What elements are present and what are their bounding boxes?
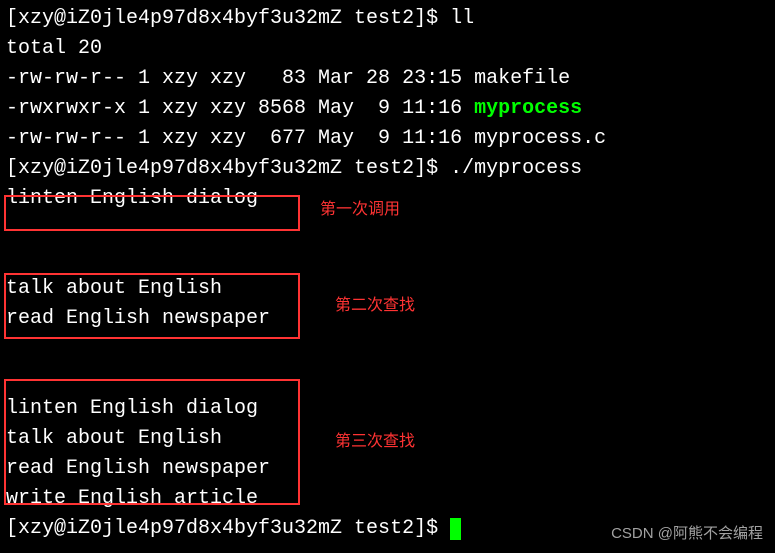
output-line: read English newspaper <box>6 454 769 484</box>
annotation-label-3: 第三次查找 <box>335 430 415 454</box>
prompt-line-2: [xzy@iZ0jle4p97d8x4byf3u32mZ test2]$ ./m… <box>6 154 769 184</box>
blank-line <box>6 364 769 394</box>
shell-prompt: [xzy@iZ0jle4p97d8x4byf3u32mZ test2]$ <box>6 157 450 180</box>
shell-prompt: [xzy@iZ0jle4p97d8x4byf3u32mZ test2]$ <box>6 7 450 30</box>
file-row-myprocess-c: -rw-rw-r-- 1 xzy xzy 677 May 9 11:16 myp… <box>6 124 769 154</box>
file-perms: -rwxrwxr-x 1 xzy xzy 8568 May 9 11:16 <box>6 97 474 120</box>
executable-name: myprocess <box>474 97 582 120</box>
blank-line <box>6 244 769 274</box>
annotation-label-1: 第一次调用 <box>320 198 400 222</box>
shell-prompt: [xzy@iZ0jle4p97d8x4byf3u32mZ test2]$ <box>6 517 450 540</box>
output-line: write English article <box>6 484 769 514</box>
watermark-text: CSDN @阿熊不会编程 <box>611 523 763 546</box>
prompt-line-1: [xzy@iZ0jle4p97d8x4byf3u32mZ test2]$ ll <box>6 4 769 34</box>
file-row-makefile: -rw-rw-r-- 1 xzy xzy 83 Mar 28 23:15 mak… <box>6 64 769 94</box>
blank-line <box>6 334 769 364</box>
cursor-icon[interactable] <box>450 518 461 540</box>
command-ll: ll <box>450 7 474 30</box>
file-row-myprocess: -rwxrwxr-x 1 xzy xzy 8568 May 9 11:16 my… <box>6 94 769 124</box>
output-line: linten English dialog <box>6 394 769 424</box>
annotation-label-2: 第二次查找 <box>335 294 415 318</box>
total-line: total 20 <box>6 34 769 64</box>
command-run: ./myprocess <box>450 157 582 180</box>
